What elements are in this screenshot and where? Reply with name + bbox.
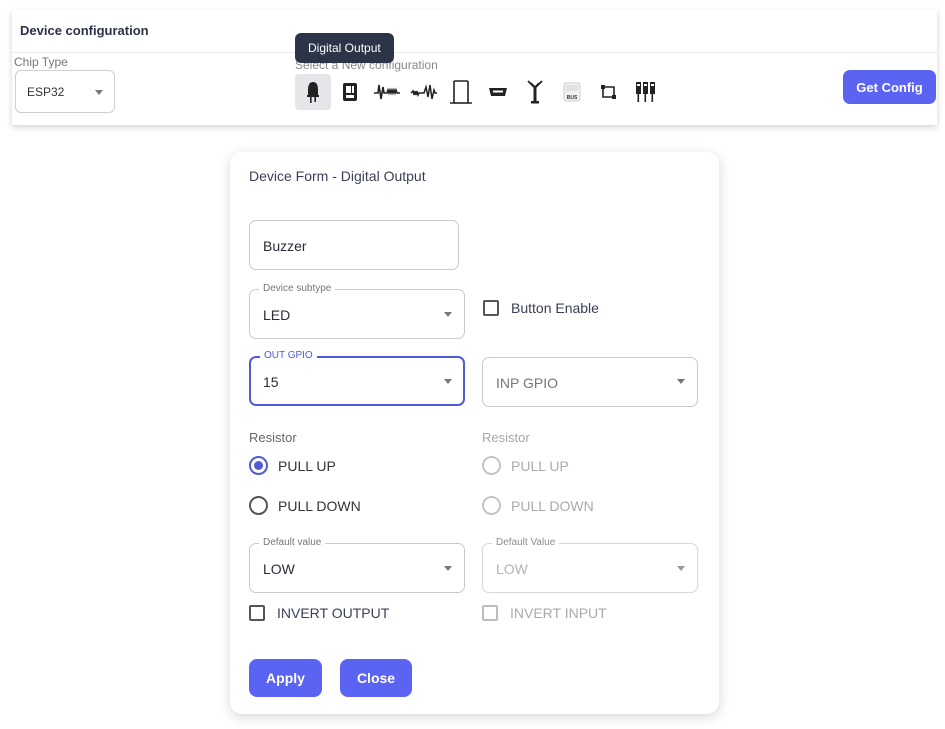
device-subtype-select[interactable]: Device subtype LED: [249, 283, 465, 339]
configuration-icon-row: BUS: [295, 74, 665, 110]
inp-gpio-placeholder: INP GPIO: [496, 375, 558, 391]
device-subtype-label: Device subtype: [259, 283, 336, 295]
invert-input-box[interactable]: [482, 605, 498, 621]
bus-icon-text: BUS: [567, 95, 578, 101]
bus-icon[interactable]: BUS: [554, 74, 590, 110]
config-title: Device configuration: [20, 23, 149, 38]
chevron-down-icon: [95, 90, 103, 95]
default-value-label: Default value: [259, 537, 326, 549]
default-value-input: LOW: [496, 561, 528, 577]
pull-up-radio-output[interactable]: PULL UP: [249, 456, 336, 475]
pull-down-radio-button[interactable]: [482, 496, 501, 515]
chevron-down-icon: [677, 566, 685, 571]
i2c-connection-icon[interactable]: [591, 74, 627, 110]
device-name-value: Buzzer: [263, 238, 307, 254]
chevron-down-icon: [444, 566, 452, 571]
pull-down-label: PULL DOWN: [278, 497, 361, 514]
digital-input-icon[interactable]: [332, 74, 368, 110]
invert-input-label: INVERT INPUT: [510, 605, 607, 621]
pull-down-radio-button[interactable]: [249, 496, 268, 515]
digital-output-icon[interactable]: [295, 74, 331, 110]
pull-down-radio-input[interactable]: PULL DOWN: [482, 496, 594, 515]
digital-output-tooltip: Digital Output: [295, 33, 394, 63]
resistor-label-input: Resistor: [482, 430, 530, 445]
chevron-down-icon: [444, 312, 452, 317]
default-value-input-select[interactable]: Default Value LOW: [482, 537, 698, 593]
analog-signal-icon[interactable]: [406, 74, 442, 110]
pull-up-label: PULL UP: [511, 457, 569, 474]
antenna-icon[interactable]: [517, 74, 553, 110]
pull-up-radio-input[interactable]: PULL UP: [482, 456, 569, 475]
button-enable-checkbox[interactable]: Button Enable: [483, 300, 599, 316]
apply-button[interactable]: Apply: [249, 659, 322, 697]
device-name-input[interactable]: Buzzer: [249, 220, 459, 270]
multi-pin-connector-icon[interactable]: [628, 74, 664, 110]
pwm-signal-icon[interactable]: [369, 74, 405, 110]
resistor-label-output: Resistor: [249, 430, 297, 445]
out-gpio-value: 15: [263, 374, 279, 390]
inp-gpio-select[interactable]: INP GPIO: [482, 357, 698, 407]
config-divider: [12, 52, 937, 53]
chip-type-select[interactable]: ESP32: [15, 70, 115, 113]
pull-down-radio-output[interactable]: PULL DOWN: [249, 496, 361, 515]
invert-output-label: INVERT OUTPUT: [277, 605, 390, 621]
chevron-down-icon: [677, 379, 685, 384]
serial-port-icon[interactable]: [480, 74, 516, 110]
pulse-waveform-icon[interactable]: [443, 74, 479, 110]
device-subtype-value: LED: [263, 307, 291, 323]
button-enable-box[interactable]: [483, 300, 499, 316]
out-gpio-select[interactable]: OUT GPIO 15: [249, 350, 465, 406]
pull-up-radio-button[interactable]: [249, 456, 268, 475]
close-button[interactable]: Close: [340, 659, 412, 697]
default-value-output: LOW: [263, 561, 295, 577]
pull-up-radio-button[interactable]: [482, 456, 501, 475]
default-value-label: Default Value: [492, 537, 560, 549]
default-value-output-select[interactable]: Default value LOW: [249, 537, 465, 593]
out-gpio-label: OUT GPIO: [260, 350, 317, 362]
button-enable-label: Button Enable: [511, 300, 599, 316]
invert-output-box[interactable]: [249, 605, 265, 621]
device-form-card: Device Form - Digital Output Buzzer Devi…: [230, 152, 719, 714]
invert-output-checkbox[interactable]: INVERT OUTPUT: [249, 605, 389, 621]
device-configuration-panel: Device configuration Chip Type ESP32 Sel…: [12, 10, 937, 125]
form-title: Device Form - Digital Output: [249, 168, 426, 184]
invert-input-checkbox[interactable]: INVERT INPUT: [482, 605, 607, 621]
chip-type-label: Chip Type: [14, 55, 68, 69]
get-config-button[interactable]: Get Config: [843, 70, 936, 104]
pull-down-label: PULL DOWN: [511, 497, 594, 514]
chevron-down-icon: [444, 379, 452, 384]
pull-up-label: PULL UP: [278, 457, 336, 474]
chip-type-value: ESP32: [27, 85, 65, 99]
